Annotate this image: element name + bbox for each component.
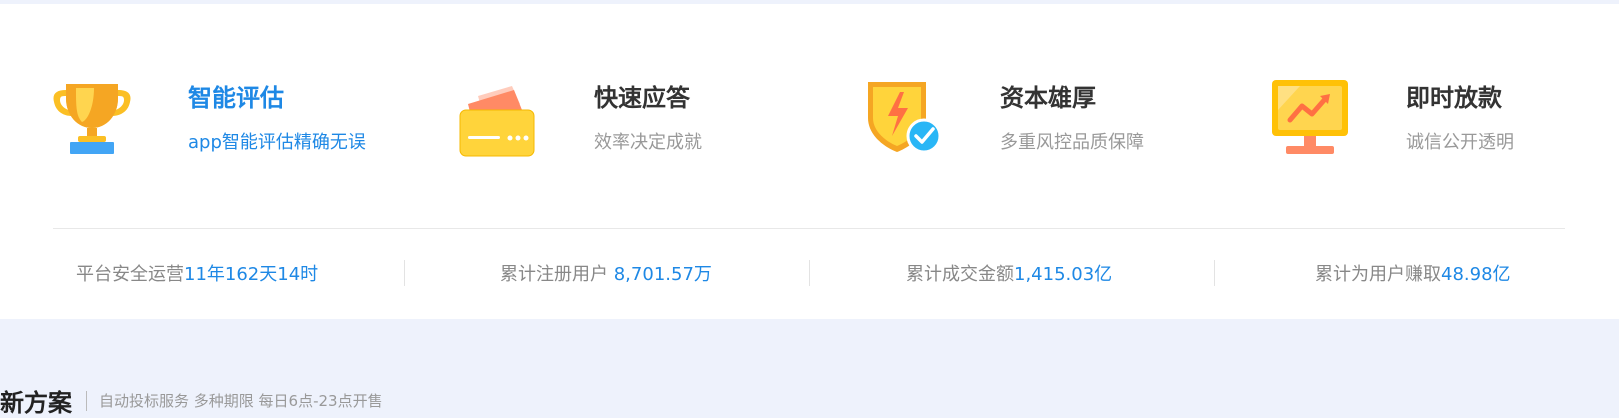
- feature-title: 智能评估: [188, 84, 284, 112]
- feature-subtitle: 多重风控品质保障: [1000, 132, 1144, 153]
- stat-label: 累计成交金额: [906, 264, 1014, 285]
- stat-value: 8,701.57万: [613, 264, 712, 285]
- divider: [53, 228, 1565, 229]
- stat-total-volume: 累计成交金额1,415.03亿: [906, 260, 1112, 290]
- feature-title: 即时放款: [1406, 84, 1502, 112]
- feature-subtitle: 诚信公开透明: [1406, 132, 1514, 153]
- shield-icon: [868, 82, 942, 154]
- stat-operation-time: 平台安全运营11年162天14时: [76, 260, 318, 290]
- stat-separator: [1214, 260, 1215, 286]
- stat-label: 累计注册用户: [500, 264, 608, 285]
- feature-subtitle: 效率决定成就: [594, 132, 702, 153]
- stat-separator: [404, 260, 405, 286]
- stat-user-earnings: 累计为用户赚取48.98亿: [1315, 260, 1511, 290]
- section-description: 自动投标服务 多种期限 每日6点-23点开售: [99, 392, 383, 410]
- feature-instant-loan[interactable]: 即时放款 诚信公开透明: [1270, 70, 1619, 170]
- stat-separator: [809, 260, 810, 286]
- feature-strong-capital[interactable]: 资本雄厚 多重风控品质保障: [864, 70, 1244, 170]
- stat-value: 11年162天14时: [184, 264, 319, 285]
- feature-title: 快速应答: [594, 84, 690, 112]
- stat-value: 48.98亿: [1441, 264, 1511, 285]
- top-strip: [0, 0, 1619, 4]
- section-header: 新方案 自动投标服务 多种期限 每日6点-23点开售: [0, 383, 383, 417]
- feature-smart-assessment[interactable]: 智能评估 app智能评估精确无误: [52, 70, 432, 170]
- stat-label: 平台安全运营: [76, 264, 184, 285]
- stat-label: 累计为用户赚取: [1315, 264, 1441, 285]
- monitor-chart-icon: [1272, 80, 1348, 154]
- feature-title: 资本雄厚: [1000, 84, 1096, 112]
- feature-subtitle: app智能评估精确无误: [188, 132, 366, 153]
- feature-fast-response[interactable]: 快速应答 效率决定成就: [458, 70, 838, 170]
- features-card: 智能评估 app智能评估精确无误 快速应答 效率决定成就 资本雄厚 多重风控品质…: [0, 0, 1619, 319]
- trophy-icon: [53, 84, 131, 154]
- card-icon: [459, 86, 535, 157]
- section-title: 新方案: [0, 389, 72, 417]
- section-divider: [86, 390, 87, 411]
- stat-value: 1,415.03亿: [1014, 264, 1113, 285]
- stat-registered-users: 累计注册用户 8,701.57万: [500, 260, 712, 290]
